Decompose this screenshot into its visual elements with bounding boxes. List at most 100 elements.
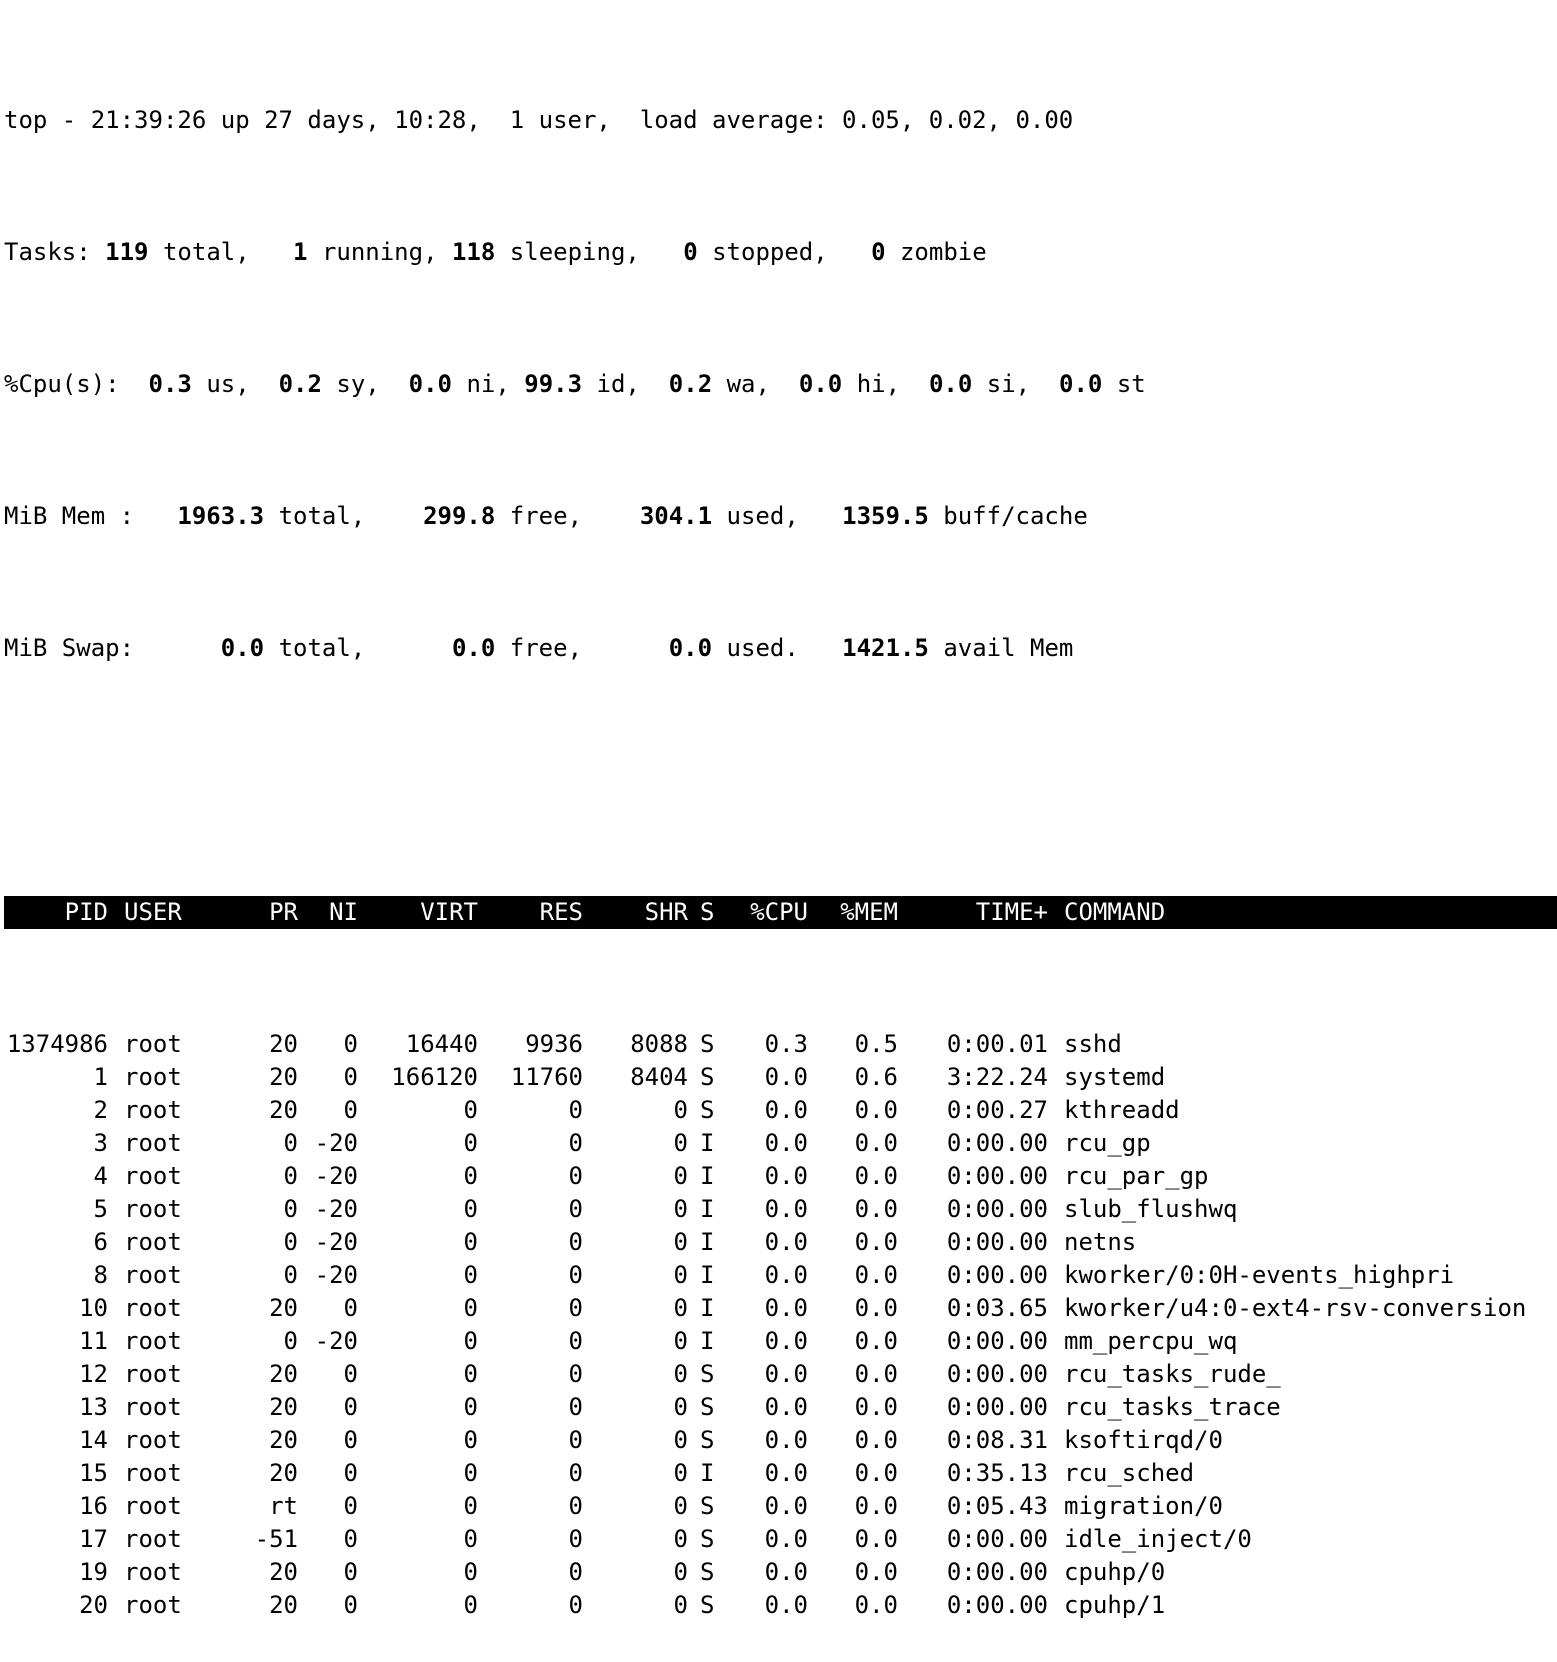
col-shr[interactable]: SHR — [583, 896, 688, 929]
mem-cell: 0.0 — [854, 1294, 898, 1322]
shr-cell: 0 — [673, 1162, 688, 1190]
mem-used: 304.1 — [639, 502, 713, 530]
table-row[interactable]: 12 root 20 0 0 0 0 S 0.0 0.0 0:00.00 rcu_tasks_rude… — [4, 1358, 1557, 1391]
table-row[interactable]: 14 root 20 0 0 0 0 S 0.0 0.0 0:08.31 ksoftirqd/0 — [4, 1424, 1557, 1457]
shr-cell: 0 — [673, 1294, 688, 1322]
table-row[interactable]: 16 root rt 0 0 0 0 S 0.0 0.0 0:05.43 migration/0 — [4, 1490, 1557, 1523]
col-ni[interactable]: NI — [298, 896, 358, 929]
mem-cell: 0.0 — [854, 1129, 898, 1157]
command-cell: rcu_tasks_rude_ — [1064, 1360, 1281, 1388]
col-s[interactable]: S — [688, 896, 728, 929]
table-row[interactable]: 5 root 0 -20 0 0 0 I 0.0 0.0 0:00.00 slub_flushwq — [4, 1193, 1557, 1226]
time-cell: 0:08.31 — [946, 1426, 1048, 1454]
table-row[interactable]: 8 root 0 -20 0 0 0 I 0.0 0.0 0:00.00 kworker/0:0H-e… — [4, 1259, 1557, 1292]
cpu-cell: 0.0 — [764, 1294, 808, 1322]
shr-cell: 0 — [673, 1129, 688, 1157]
col-command[interactable]: COMMAND — [1048, 896, 1548, 929]
state-cell: S — [700, 1591, 715, 1619]
table-row[interactable]: 13 root 20 0 0 0 0 S 0.0 0.0 0:00.00 rcu_tasks_trac… — [4, 1391, 1557, 1424]
ni-cell: 0 — [343, 1096, 358, 1124]
tasks-sleeping: 118 — [451, 238, 496, 266]
command-cell: rcu_par_gp — [1064, 1162, 1209, 1190]
state-cell: I — [700, 1294, 715, 1322]
pid-cell: 10 — [79, 1294, 108, 1322]
res-cell: 0 — [568, 1525, 583, 1553]
state-cell: S — [700, 1558, 715, 1586]
col-pr[interactable]: PR — [228, 896, 298, 929]
col-virt[interactable]: VIRT — [358, 896, 478, 929]
cpu-ni: 0.0 — [408, 370, 453, 398]
res-cell: 0 — [568, 1195, 583, 1223]
cpu-cell: 0.0 — [764, 1393, 808, 1421]
virt-cell: 0 — [463, 1492, 478, 1520]
table-row[interactable]: 10 root 20 0 0 0 0 I 0.0 0.0 0:03.65 kworker/u4:0-e… — [4, 1292, 1557, 1325]
command-cell: migration/0 — [1064, 1492, 1223, 1520]
cpu-cell: 0.0 — [764, 1228, 808, 1256]
cpu-cell: 0.0 — [764, 1525, 808, 1553]
time-cell: 0:00.00 — [946, 1360, 1048, 1388]
res-cell: 9936 — [525, 1030, 583, 1058]
time-cell: 0:00.00 — [946, 1162, 1048, 1190]
virt-cell: 0 — [463, 1162, 478, 1190]
table-row[interactable]: 2 root 20 0 0 0 0 S 0.0 0.0 0:00.27 kthreadd — [4, 1094, 1557, 1127]
user-cell: root — [124, 1228, 182, 1256]
swap-free-label: free, — [509, 634, 583, 662]
col-mem[interactable]: %MEM — [808, 896, 898, 929]
pid-cell: 3 — [93, 1129, 108, 1157]
time-cell: 0:00.00 — [946, 1129, 1048, 1157]
mem-line: MiB Mem : 1963.3 total, 299.8 free, 304.… — [4, 500, 1557, 533]
table-row[interactable]: 3 root 0 -20 0 0 0 I 0.0 0.0 0:00.00 rcu_gp — [4, 1127, 1557, 1160]
swap-used: 0.0 — [668, 634, 713, 662]
user-cell: root — [124, 1063, 182, 1091]
col-user[interactable]: USER — [108, 896, 228, 929]
state-cell: S — [700, 1030, 715, 1058]
cpu-hi-label: hi, — [856, 370, 901, 398]
cpu-id: 99.3 — [524, 370, 583, 398]
cpu-us-label: us, — [206, 370, 250, 398]
cpu-cell: 0.0 — [764, 1195, 808, 1223]
user-cell: root — [124, 1591, 182, 1619]
cpu-wa-label: wa, — [726, 370, 770, 398]
mem-used-label: used, — [726, 502, 799, 530]
table-row[interactable]: 1374986 root 20 0 16440 9936 8088 S 0.3 0.5 0:00.0… — [4, 1028, 1557, 1061]
table-row[interactable]: 6 root 0 -20 0 0 0 I 0.0 0.0 0:00.00 netns — [4, 1226, 1557, 1259]
table-row[interactable]: 1 root 20 0 166120 11760 8404 S 0.0 0.6 3:22.24 sys… — [4, 1061, 1557, 1094]
pid-cell: 1374986 — [6, 1030, 108, 1058]
res-cell: 0 — [568, 1558, 583, 1586]
time-cell: 0:05.43 — [946, 1492, 1048, 1520]
user-cell: root — [124, 1162, 182, 1190]
res-cell: 0 — [568, 1294, 583, 1322]
pr-cell: 0 — [283, 1162, 298, 1190]
mem-cell: 0.0 — [854, 1558, 898, 1586]
state-cell: S — [700, 1492, 715, 1520]
col-time[interactable]: TIME+ — [898, 896, 1048, 929]
col-res[interactable]: RES — [478, 896, 583, 929]
table-row[interactable]: 19 root 20 0 0 0 0 S 0.0 0.0 0:00.00 cpuhp/0 — [4, 1556, 1557, 1589]
table-row[interactable]: 4 root 0 -20 0 0 0 I 0.0 0.0 0:00.00 rcu_par_gp — [4, 1160, 1557, 1193]
col-pid[interactable]: PID — [4, 896, 108, 929]
ni-cell: -20 — [314, 1261, 358, 1289]
pr-cell: 0 — [283, 1129, 298, 1157]
mem-cell: 0.0 — [854, 1096, 898, 1124]
table-row[interactable]: 20 root 20 0 0 0 0 S 0.0 0.0 0:00.00 cpuhp/1 — [4, 1589, 1557, 1622]
terminal-window[interactable]: top - 21:39:26 up 27 days, 10:28, 1 user… — [4, 5, 1557, 1662]
table-row[interactable]: 11 root 0 -20 0 0 0 I 0.0 0.0 0:00.00 mm_percpu_wq — [4, 1325, 1557, 1358]
col-cpu[interactable]: %CPU — [728, 896, 808, 929]
pid-cell: 6 — [93, 1228, 108, 1256]
table-row[interactable]: 17 root -51 0 0 0 0 S 0.0 0.0 0:00.00 idle_inject/0 — [4, 1523, 1557, 1556]
cpu-st-label: st — [1116, 370, 1146, 398]
cpu-si-label: si, — [986, 370, 1031, 398]
cpu-label: %Cpu(s): — [4, 370, 120, 398]
res-cell: 0 — [568, 1393, 583, 1421]
tasks-label: Tasks: — [4, 238, 91, 266]
tasks-total: 119 — [105, 238, 149, 266]
cpu-cell: 0.0 — [764, 1096, 808, 1124]
res-cell: 0 — [568, 1360, 583, 1388]
table-row[interactable]: 15 root 20 0 0 0 0 I 0.0 0.0 0:35.13 rcu_sched — [4, 1457, 1557, 1490]
state-cell: I — [700, 1228, 715, 1256]
shr-cell: 0 — [673, 1360, 688, 1388]
mem-cell: 0.0 — [854, 1261, 898, 1289]
pr-cell: 0 — [283, 1327, 298, 1355]
pr-cell: 20 — [269, 1459, 298, 1487]
virt-cell: 0 — [463, 1096, 478, 1124]
